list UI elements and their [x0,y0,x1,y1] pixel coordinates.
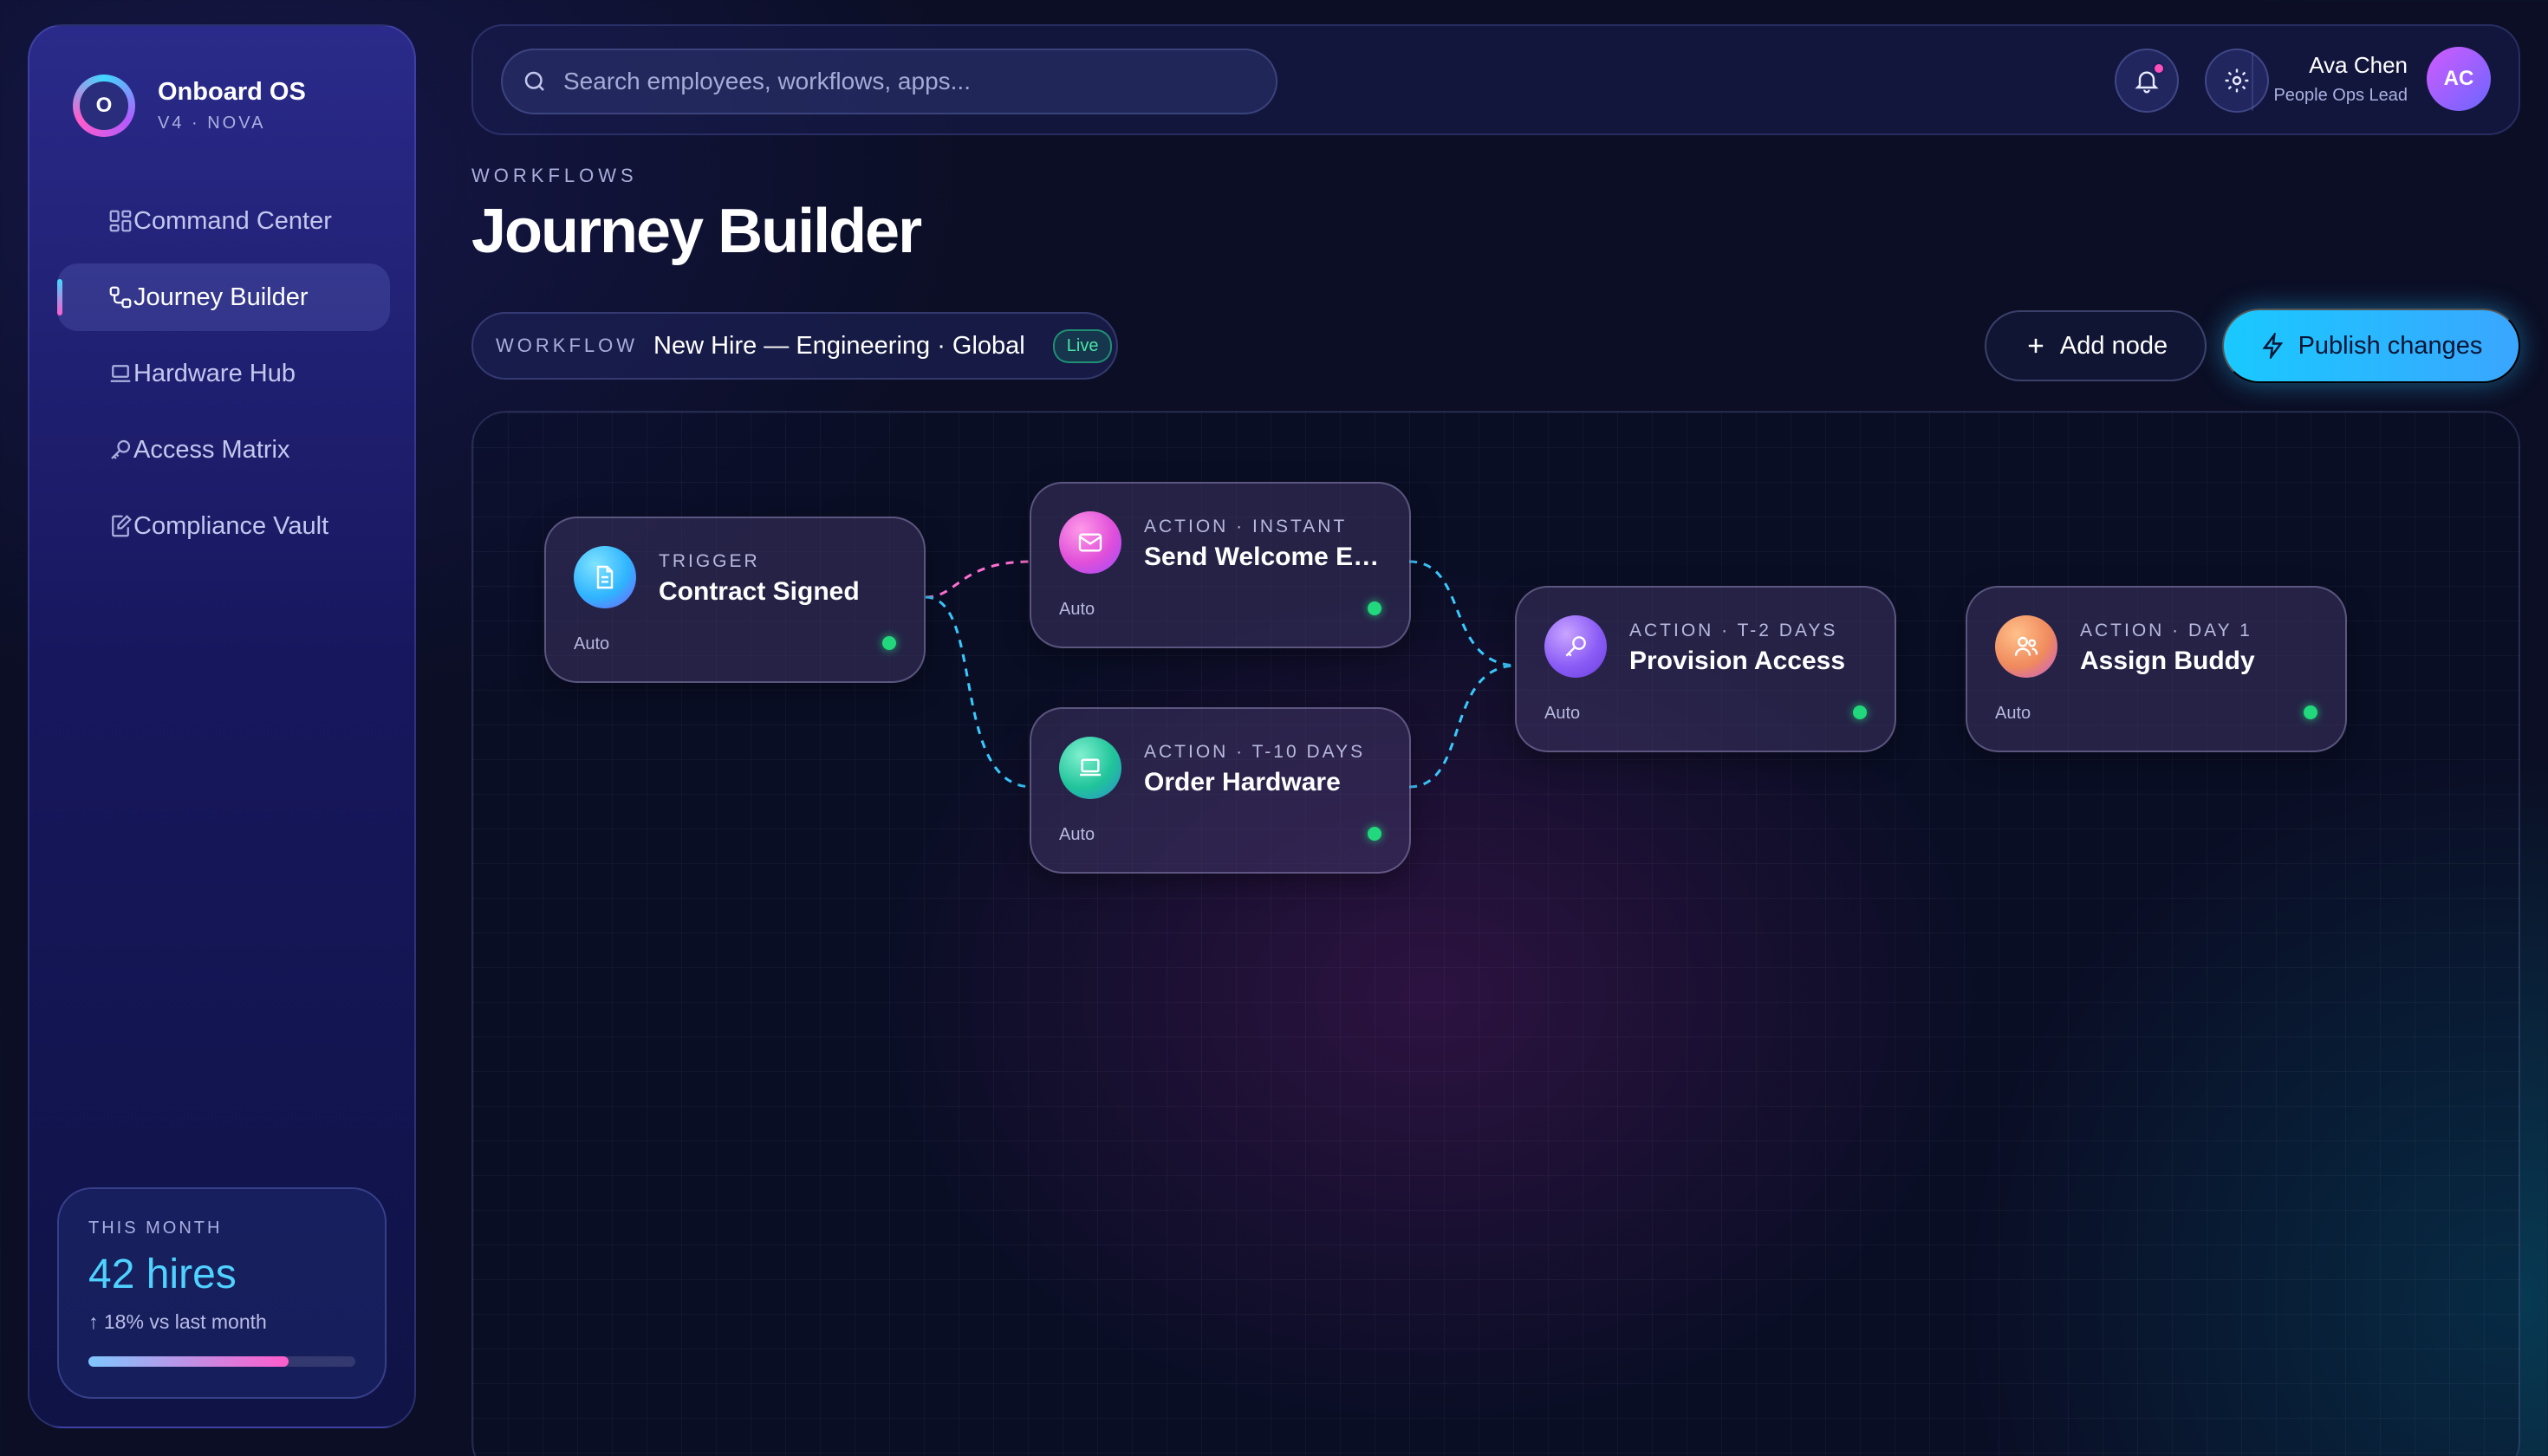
sidebar-item-compliance-vault[interactable]: Compliance Vault [57,492,390,560]
add-node-button[interactable]: Add node [1985,310,2207,381]
stats-progress-fill [88,1356,289,1367]
user-name: Ava Chen [2309,52,2408,78]
edge-welcome-to-access [1408,560,1518,667]
node-send-welcome-email[interactable]: ACTION · INSTANT Send Welcome Em... Auto [1030,482,1411,648]
stats-value: 42 hires [88,1251,237,1297]
search-box[interactable] [501,49,1277,114]
stats-label: THIS MONTH [88,1219,223,1238]
node-title: Contract Signed [659,577,860,606]
workflow-selector[interactable]: WORKFLOW New Hire — Engineering · Global… [471,312,1118,380]
node-order-hardware[interactable]: ACTION · T-10 DAYS Order Hardware Auto [1030,707,1411,874]
app-name: Onboard OS [158,78,306,106]
node-icon-badge [1059,737,1121,799]
node-assign-buddy[interactable]: ACTION · DAY 1 Assign Buddy Auto [1966,586,2347,752]
edge-contract-to-welcome [925,560,1032,599]
workflow-name: New Hire — Engineering · Global [653,331,1025,360]
stats-progress-bar [88,1356,355,1367]
node-kind: ACTION · T-2 DAYS [1629,621,1838,640]
notification-badge [2153,62,2165,75]
gear-icon [2225,68,2249,93]
document-edit-icon [112,515,132,537]
node-status-dot [1853,705,1867,719]
node-title: Assign Buddy [2080,647,2255,675]
node-status-dot [882,636,896,650]
node-provision-access[interactable]: ACTION · T-2 DAYS Provision Access Auto [1515,586,1896,752]
node-status-dot [1368,827,1381,841]
sidebar-item-access-matrix[interactable]: Access Matrix [57,416,390,484]
lightning-icon [2262,333,2283,359]
node-mode: Auto [1544,704,1581,723]
mail-icon [1078,533,1102,552]
node-title: Send Welcome Em... [1144,543,1395,571]
node-mode: Auto [1059,600,1095,619]
sidebar-item-label: Command Center [133,206,332,235]
monthly-hires-card: THIS MONTH 42 hires ↑ 18% vs last month [57,1187,387,1399]
node-mode: Auto [574,634,610,653]
node-title: Order Hardware [1144,768,1341,796]
edge-contract-to-hardware [925,595,1032,789]
top-bar: Ava Chen People Ops Lead AC [471,24,2520,135]
settings-button[interactable] [2205,49,2269,113]
node-icon-badge [1059,511,1121,574]
node-kind: ACTION · T-10 DAYS [1144,742,1366,762]
avatar[interactable]: AC [2427,47,2491,111]
app-version: V4 · NOVA [158,114,266,133]
publish-label: Publish changes [2298,331,2483,360]
page-eyebrow: WORKFLOWS [471,165,638,186]
user-menu[interactable]: Ava Chen People Ops Lead AC [2273,47,2491,111]
search-input[interactable] [563,68,1257,95]
brand[interactable]: O Onboard OS V4 · NOVA [73,75,306,137]
laptop-icon [110,365,131,382]
node-icon-badge [1995,615,2057,678]
brand-logo-letter: O [80,81,128,130]
sidebar-item-label: Compliance Vault [133,511,329,540]
grid-icon [109,210,132,232]
key-icon [111,439,131,459]
node-kind: ACTION · INSTANT [1144,517,1348,536]
stats-delta: ↑ 18% vs last month [88,1310,267,1333]
edge-hardware-to-access [1408,664,1518,789]
node-mode: Auto [1995,704,2031,723]
header-divider [2252,52,2253,111]
sidebar-item-label: Hardware Hub [133,359,296,387]
flow-icon [109,286,132,309]
node-kind: TRIGGER [659,551,760,571]
node-title: Provision Access [1629,647,1846,675]
node-icon-badge [1544,615,1607,678]
sidebar-item-journey-builder[interactable]: Journey Builder [57,263,390,331]
node-icon-badge [574,546,636,608]
laptop-icon [1080,758,1101,777]
search-icon [524,71,544,91]
node-status-dot [1368,601,1381,615]
node-status-dot [2304,705,2317,719]
publish-changes-button[interactable]: Publish changes [2222,309,2520,383]
sidebar-item-label: Journey Builder [133,283,309,311]
users-icon [2014,636,2038,656]
plus-icon [2028,338,2044,354]
status-badge: Live [1052,328,1113,363]
node-contract-signed[interactable]: TRIGGER Contract Signed Auto [544,517,926,683]
node-mode: Auto [1059,825,1095,844]
user-role: People Ops Lead [2273,86,2408,105]
key-icon [1565,636,1586,657]
node-kind: ACTION · DAY 1 [2080,621,2252,640]
page-title: Journey Builder [471,197,922,266]
workflow-label: WORKFLOW [496,335,638,356]
sidebar-item-label: Access Matrix [133,435,290,464]
sidebar: O Onboard OS V4 · NOVA Command Center Jo… [28,24,416,1428]
document-icon [596,565,614,589]
add-node-label: Add node [2059,331,2168,360]
notifications-button[interactable] [2115,49,2179,113]
sidebar-item-command-center[interactable]: Command Center [57,187,390,255]
sidebar-item-hardware-hub[interactable]: Hardware Hub [57,340,390,407]
brand-logo: O [73,75,135,137]
workflow-canvas[interactable]: TRIGGER Contract Signed Auto ACTION · IN… [471,411,2520,1456]
sidebar-nav: Command Center Journey Builder Hardware … [57,187,390,569]
